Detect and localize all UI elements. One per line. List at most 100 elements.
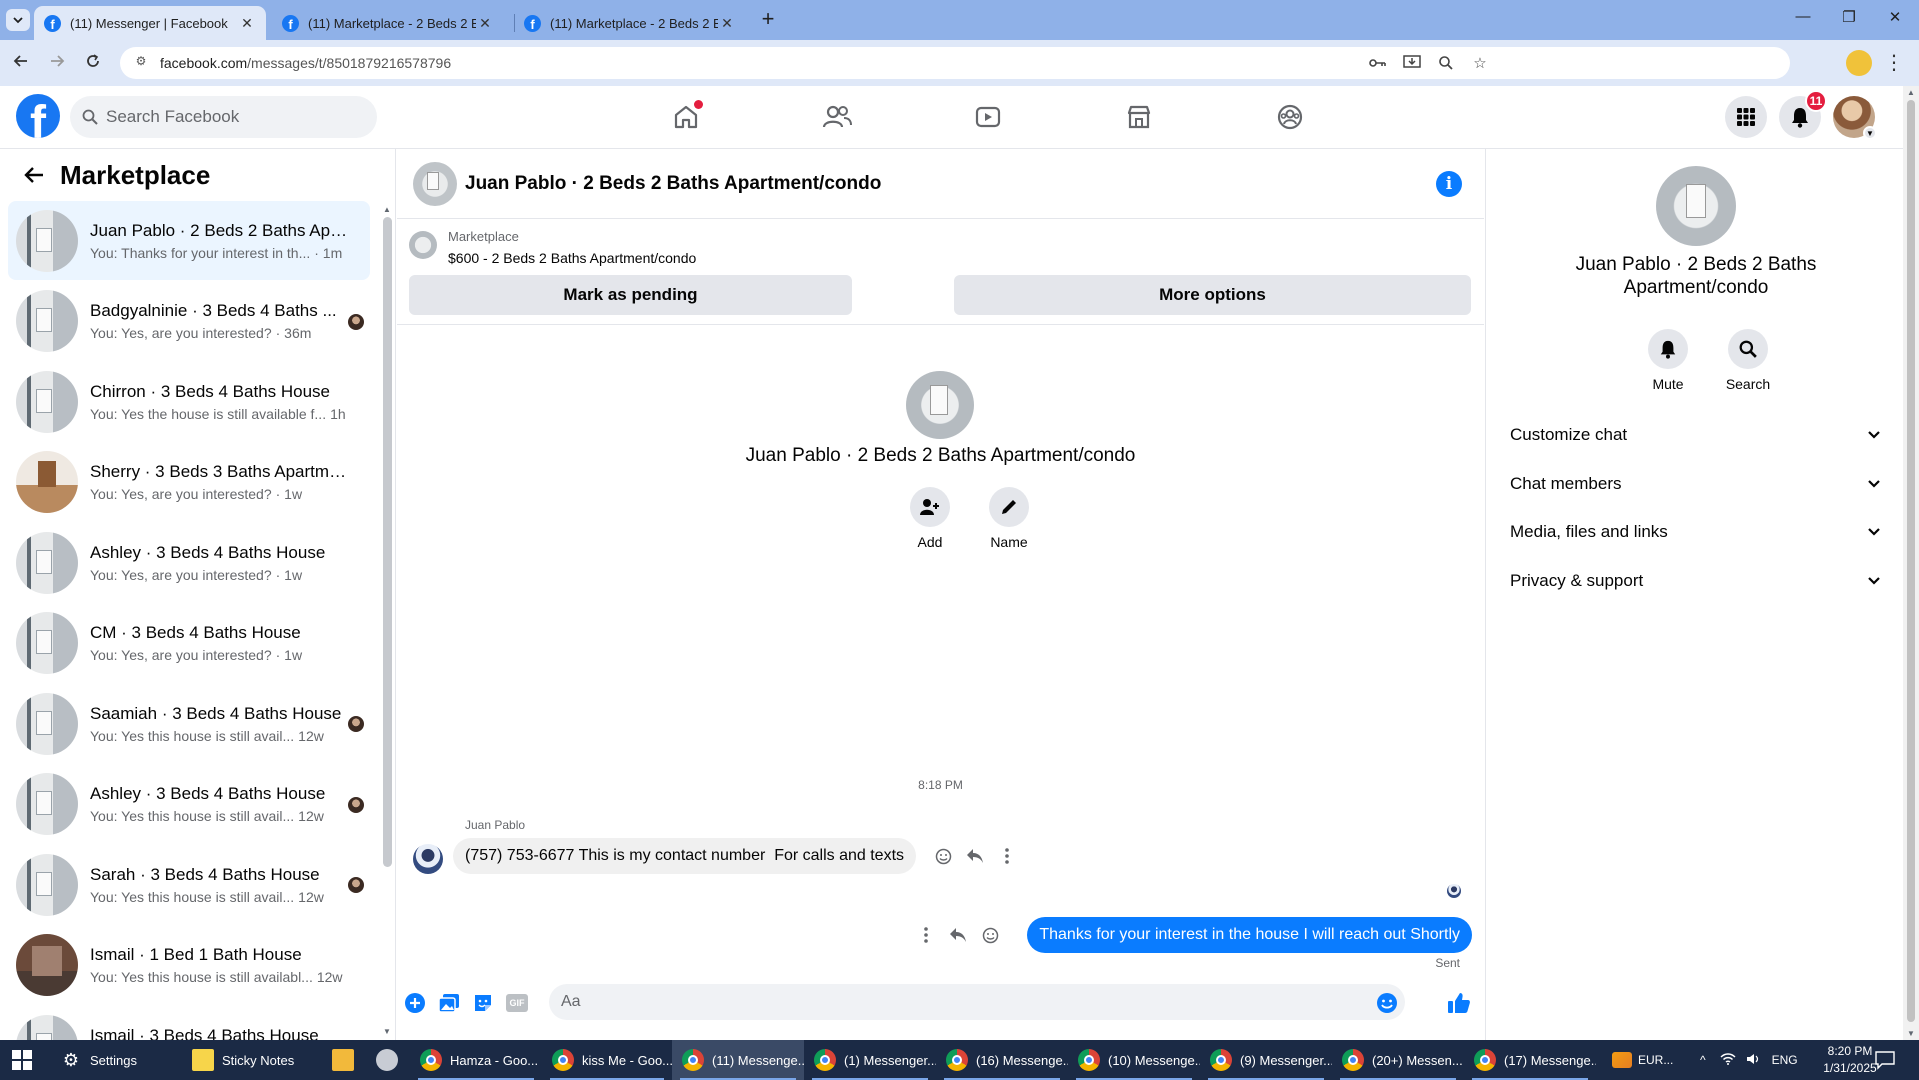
taskbar-chrome-messenger-10[interactable]: (10) Messenge... [1068, 1040, 1200, 1080]
react-smiley-icon[interactable] [981, 926, 999, 944]
taskbar-chrome-hamza[interactable]: Hamza - Goo... [410, 1040, 542, 1080]
more-options-button[interactable]: More options [954, 275, 1471, 315]
customize-chat-section[interactable]: Customize chat [1502, 413, 1890, 457]
nav-marketplace[interactable] [1063, 86, 1214, 148]
privacy-support-section[interactable]: Privacy & support [1502, 559, 1890, 603]
incoming-message-bubble[interactable]: (757) 753-6677 This is my contact number… [453, 838, 917, 874]
taskbar-chrome-kiss-me[interactable]: kiss Me - Goo... [542, 1040, 672, 1080]
taskbar-chrome-messenger-20[interactable]: (20+) Messen... [1332, 1040, 1464, 1080]
password-key-icon[interactable] [1368, 53, 1388, 73]
currency-widget[interactable]: EUR... [1612, 1040, 1673, 1080]
nav-friends[interactable] [761, 86, 912, 148]
close-window-icon[interactable]: ✕ [1875, 8, 1915, 32]
scroll-down-icon[interactable]: ▼ [383, 1027, 391, 1036]
browser-menu-icon[interactable]: ⋮ [1884, 50, 1904, 76]
browser-tab-marketplace-1[interactable]: f (11) Marketplace - 2 Beds 2 Bat ✕ [272, 6, 504, 40]
chevron-up-icon[interactable]: ^ [1700, 1053, 1706, 1067]
notification-center-icon[interactable] [1874, 1050, 1896, 1070]
install-app-icon[interactable] [1402, 53, 1422, 73]
tab-list-button[interactable] [6, 9, 30, 31]
chat-list-item[interactable]: Juan Pablo · 2 Beds 2 Baths Apa... You: T… [8, 201, 370, 280]
profile-avatar[interactable]: ▼ [1833, 96, 1877, 140]
chat-list-item[interactable]: Saamiah · 3 Beds 4 Baths House You: Yes t… [8, 684, 370, 763]
back-icon[interactable] [8, 50, 34, 76]
search-input[interactable] [106, 107, 356, 127]
taskbar-sticky-notes[interactable]: Sticky Notes [182, 1040, 322, 1080]
more-vertical-icon[interactable] [998, 847, 1016, 865]
thumbs-up-icon[interactable] [1447, 991, 1471, 1015]
taskbar-chrome-messenger-9[interactable]: (9) Messenger... [1200, 1040, 1332, 1080]
chat-list-item[interactable]: Ismail · 3 Beds 4 Baths HouseYou: Yes th… [8, 1006, 370, 1040]
taskbar-chrome-messenger-16[interactable]: (16) Messenge... [936, 1040, 1068, 1080]
message-input[interactable] [549, 984, 1405, 1020]
close-tab-icon[interactable]: ✕ [238, 15, 256, 32]
photo-gallery-icon[interactable] [437, 991, 461, 1015]
chat-list-item[interactable]: Sarah · 3 Beds 4 Baths House You: Yes thi… [8, 845, 370, 924]
mute-action[interactable]: Mute [1636, 329, 1700, 392]
facebook-logo-icon[interactable]: f [16, 94, 60, 138]
close-tab-icon[interactable]: ✕ [718, 15, 736, 32]
taskbar-chrome-messenger-17[interactable]: (17) Messenge... [1464, 1040, 1596, 1080]
bookmark-star-icon[interactable]: ☆ [1470, 53, 1490, 73]
chat-list-scrollbar[interactable]: ▲ ▼ [381, 201, 393, 1040]
scroll-up-icon[interactable]: ▲ [1907, 88, 1915, 97]
address-bar[interactable]: ⚙ facebook.com/messages/t/85018792165787… [120, 47, 1790, 79]
menu-button[interactable] [1725, 96, 1767, 138]
browser-tab-marketplace-2[interactable]: f (11) Marketplace - 2 Beds 2 Bat ✕ [514, 6, 746, 40]
more-vertical-icon[interactable] [917, 926, 935, 944]
notifications-button[interactable]: 11 [1779, 90, 1827, 138]
zoom-icon[interactable] [1436, 53, 1456, 73]
site-info-icon[interactable]: ⚙ [132, 54, 150, 72]
info-icon[interactable]: i [1436, 171, 1462, 197]
scrollbar-thumb[interactable] [383, 217, 392, 867]
speaker-icon[interactable] [1746, 1053, 1760, 1068]
extension-icon[interactable] [1846, 50, 1872, 76]
nav-home[interactable] [610, 86, 761, 148]
conversation-title[interactable]: Juan Pablo · 2 Beds 2 Baths Apartment/co… [465, 173, 881, 195]
taskbar-app[interactable] [366, 1040, 410, 1080]
media-files-links-section[interactable]: Media, files and links [1502, 510, 1890, 554]
wifi-icon[interactable] [1720, 1052, 1736, 1068]
reload-icon[interactable] [80, 50, 106, 76]
forward-icon[interactable] [44, 50, 70, 76]
taskbar-settings[interactable]: ⚙ Settings [50, 1040, 180, 1080]
taskbar-chrome-messenger-active[interactable]: (11) Messenge... [672, 1040, 804, 1080]
minimize-icon[interactable]: — [1783, 8, 1823, 32]
plus-circle-icon[interactable] [403, 991, 427, 1015]
search-in-chat-action[interactable]: Search [1716, 329, 1780, 392]
chat-list-item[interactable]: Badgyalninie · 3 Beds 4 Baths ... You: Ye… [8, 282, 370, 361]
sender-avatar[interactable] [413, 844, 443, 874]
emoji-icon[interactable] [1375, 991, 1399, 1015]
taskbar-file-explorer[interactable] [322, 1040, 366, 1080]
scroll-down-icon[interactable]: ▼ [1907, 1029, 1915, 1038]
scroll-up-icon[interactable]: ▲ [383, 205, 391, 214]
chat-list-item[interactable]: Sherry · 3 Beds 3 Baths Apartme... You: Y… [8, 443, 370, 522]
back-arrow-icon[interactable] [14, 157, 54, 193]
chat-list-item[interactable]: Ashley · 3 Beds 4 Baths House You: Yes th… [8, 765, 370, 844]
close-tab-icon[interactable]: ✕ [476, 15, 494, 32]
new-tab-icon[interactable]: + [756, 8, 780, 32]
chat-list-item[interactable]: Ashley · 3 Beds 4 Baths House You: Yes, a… [8, 523, 370, 602]
reply-icon[interactable] [966, 847, 984, 865]
nav-video[interactable] [912, 86, 1063, 148]
chat-list-item[interactable]: Ismail · 1 Bed 1 Bath House You: Yes this… [8, 926, 370, 1005]
taskbar-clock[interactable]: 8:20 PM 1/31/2025 [1818, 1043, 1882, 1077]
restore-icon[interactable]: ❐ [1829, 8, 1869, 32]
conversation-avatar[interactable] [413, 161, 457, 206]
taskbar-chrome-messenger-1[interactable]: (1) Messenger... [804, 1040, 936, 1080]
sticker-icon[interactable] [471, 991, 495, 1015]
scrollbar-thumb[interactable] [1907, 100, 1915, 1022]
windows-start-icon[interactable] [12, 1050, 32, 1070]
react-smiley-icon[interactable] [934, 847, 952, 865]
details-avatar[interactable] [1656, 166, 1736, 246]
mark-as-pending-button[interactable]: Mark as pending [409, 275, 852, 315]
add-people-action[interactable]: Add [900, 487, 960, 550]
chat-members-section[interactable]: Chat members [1502, 462, 1890, 506]
listing-thumbnail[interactable] [409, 231, 437, 259]
nav-groups[interactable] [1214, 86, 1365, 148]
gif-icon[interactable]: GIF [505, 991, 529, 1015]
name-chat-action[interactable]: Name [979, 487, 1039, 550]
chat-list-item[interactable]: Chirron · 3 Beds 4 Baths House You: Yes t… [8, 362, 370, 441]
facebook-search[interactable] [70, 96, 377, 138]
page-scrollbar[interactable]: ▲ ▼ [1903, 86, 1919, 1040]
